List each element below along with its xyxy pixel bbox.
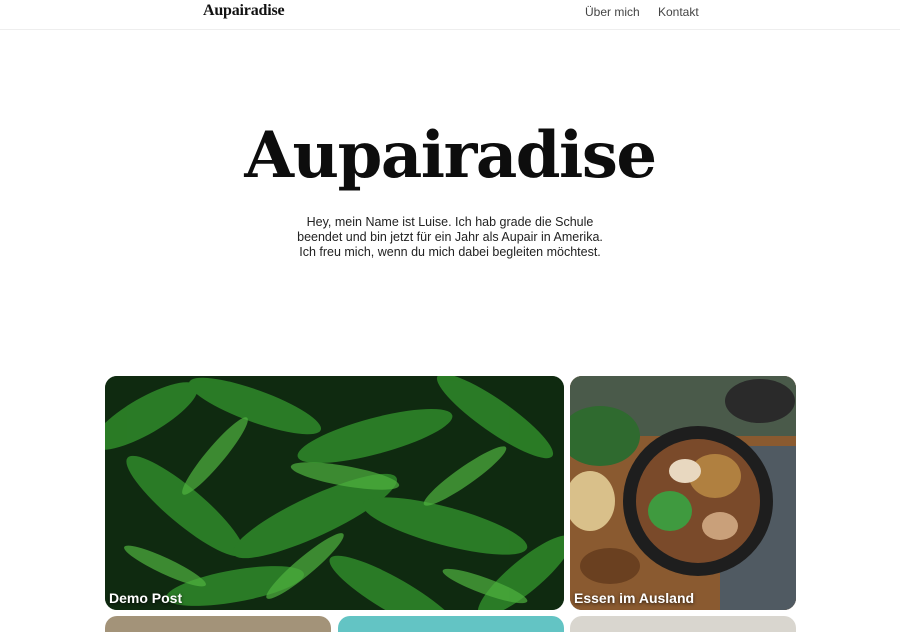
hero-intro-line: Hey, mein Name ist Luise. Ich hab grade … [306,215,594,229]
brand-logo-link[interactable]: Aupairadise [203,2,285,20]
hero-intro-line: Ich freu mich, wenn du mich dabei beglei… [299,245,601,259]
nav-link-about[interactable]: Über mich [585,5,640,19]
hero-title: Aupairadise [244,118,657,193]
post-card-title: Essen im Ausland [574,590,695,606]
post-card-title: Demo Post [109,590,183,606]
food-bowl-photo [570,376,796,610]
site-header: Aupairadise Über mich Kontakt [0,0,900,30]
fern-leaves-photo [105,376,564,610]
hero-intro: Hey, mein Name ist Luise. Ich hab grade … [275,215,625,260]
nav-link-contact[interactable]: Kontakt [658,5,699,19]
post-card[interactable] [105,616,331,632]
post-card[interactable] [570,616,796,632]
post-card-demo[interactable]: Demo Post [105,376,564,610]
post-card[interactable] [338,616,564,632]
hero-intro-line: beendet und bin jetzt für ein Jahr als A… [297,230,603,244]
post-card-food[interactable]: Essen im Ausland [570,376,796,610]
